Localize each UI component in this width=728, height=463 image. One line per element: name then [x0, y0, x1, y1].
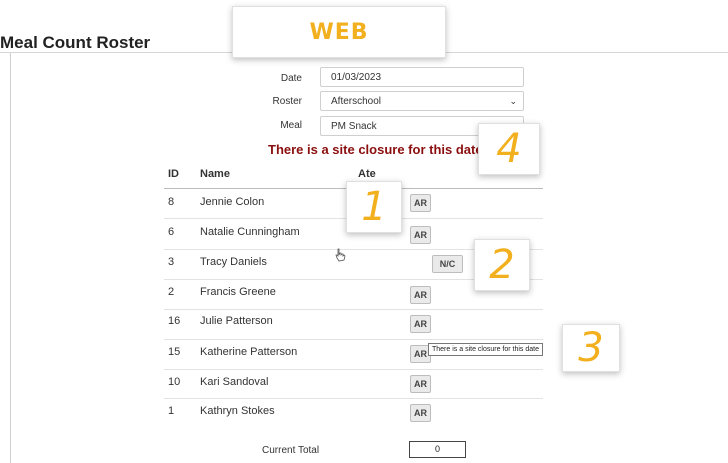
current-total-field[interactable]: 0	[409, 441, 466, 458]
row-name: Tracy Daniels	[200, 256, 267, 268]
row-name: Natalie Cunningham	[200, 226, 300, 238]
row-divider	[164, 369, 543, 370]
closure-tooltip: There is a site closure for this date	[428, 343, 543, 356]
roster-value: Afterschool	[331, 96, 382, 107]
row-name: Francis Greene	[200, 286, 276, 298]
ar-button[interactable]: AR	[410, 194, 431, 212]
row-id: 10	[168, 376, 181, 388]
roster-label: Roster	[272, 96, 302, 107]
row-name: Julie Patterson	[200, 315, 273, 327]
ar-button[interactable]: AR	[410, 375, 431, 393]
row-divider	[164, 398, 543, 399]
current-total-label: Current Total	[262, 445, 320, 456]
row-id: 8	[168, 196, 175, 208]
row-id: 1	[168, 405, 175, 417]
column-header-ate: Ate	[358, 168, 376, 180]
ar-button[interactable]: AR	[410, 315, 431, 333]
ar-button[interactable]: AR	[410, 404, 431, 422]
date-field[interactable]: 01/03/2023	[320, 67, 524, 87]
row-divider	[164, 309, 543, 310]
row-id: 15	[168, 346, 181, 358]
callout-number-4: 4	[478, 123, 540, 175]
callout-number-1: 1	[346, 181, 402, 233]
page-title: Meal Count Roster	[0, 33, 151, 52]
row-id: 2	[168, 286, 175, 298]
column-header-id: ID	[168, 168, 179, 180]
hand-cursor-icon	[335, 248, 346, 262]
row-name: Katherine Patterson	[200, 346, 298, 358]
row-divider	[164, 339, 543, 340]
row-name: Kathryn Stokes	[200, 405, 275, 417]
ar-button[interactable]: AR	[410, 286, 431, 304]
callout-number-3: 3	[562, 324, 620, 372]
ar-button[interactable]: AR	[410, 226, 431, 244]
callout-number-2: 2	[474, 239, 530, 291]
row-id: 6	[168, 226, 175, 238]
column-header-name: Name	[200, 168, 230, 180]
callout-web: WEB	[232, 6, 446, 58]
date-label: Date	[280, 73, 302, 84]
closure-message: There is a site closure for this date	[268, 142, 483, 157]
row-id: 3	[168, 256, 175, 268]
roster-select[interactable]: Afterschool ⌄	[320, 91, 524, 111]
row-name: Kari Sandoval	[200, 376, 269, 388]
meal-label: Meal	[280, 120, 302, 131]
nc-button[interactable]: N/C	[432, 255, 463, 273]
row-id: 16	[168, 315, 181, 327]
row-name: Jennie Colon	[200, 196, 265, 208]
chevron-down-icon: ⌄	[509, 96, 517, 106]
left-border	[10, 53, 11, 463]
